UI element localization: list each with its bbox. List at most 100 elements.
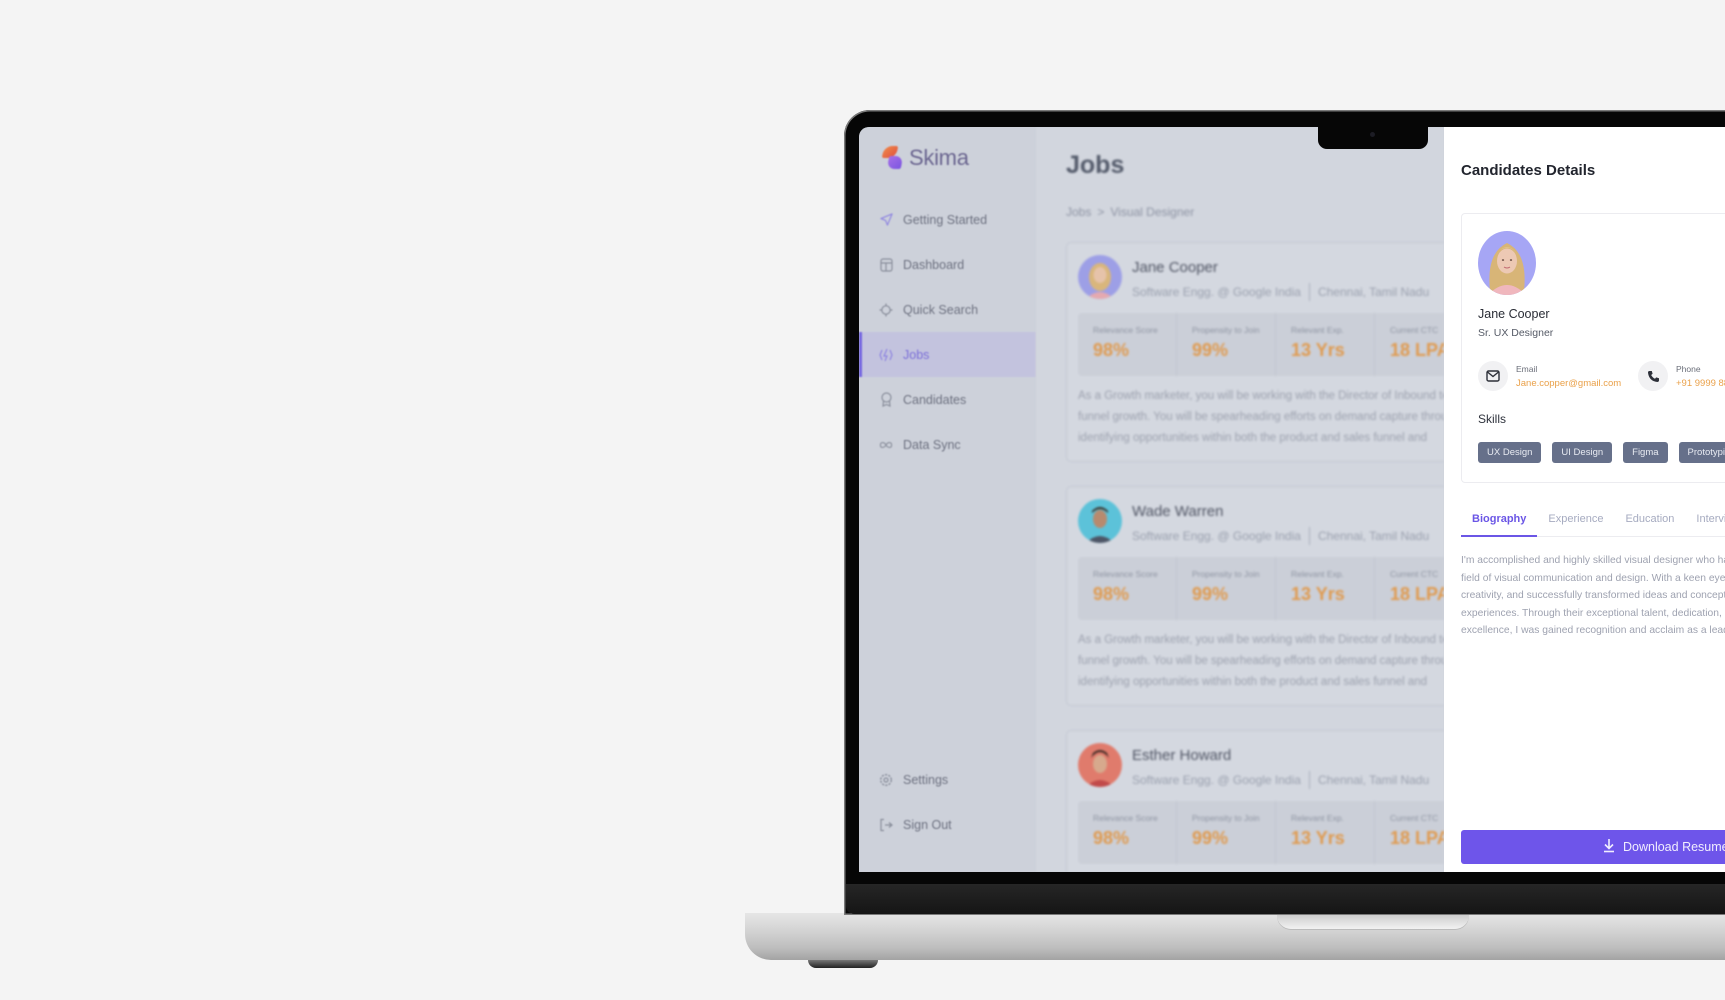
candidate-role: Software Engg. @ Google India <box>1132 773 1301 787</box>
candidate-meta: Software Engg. @ Google India Chennai, T… <box>1132 283 1429 301</box>
laptop-base <box>745 913 1725 960</box>
stat-label: Relevance Score <box>1093 813 1158 823</box>
biography-line: experiences. Through their exceptional t… <box>1461 607 1725 619</box>
stat-label: Propensity to Join <box>1192 569 1260 579</box>
skills-heading: Skills <box>1478 412 1507 426</box>
biography-line: I'm accomplished and highly skilled visu… <box>1461 555 1725 566</box>
sidebar-item-label: Data Sync <box>903 437 961 452</box>
candidate-card[interactable]: Jane Cooper Software Engg. @ Google Indi… <box>1066 242 1444 462</box>
brand-name: Skima <box>909 145 969 170</box>
dashboard-icon <box>879 257 893 272</box>
sidebar-item-label: Quick Search <box>903 302 979 317</box>
candidate-stats: Relevance Score 98% Propensity to Join 99%… <box>1078 313 1444 376</box>
brand-logo[interactable]: Skima <box>881 145 969 171</box>
candidate-stats: Relevance Score 98% Propensity to Join 99%… <box>1078 557 1444 620</box>
stat-current-ctc: Current CTC 18 LPA <box>1375 557 1444 620</box>
stat-label: Relevant Exp. <box>1291 569 1344 579</box>
stat-value: 98% <box>1093 584 1130 604</box>
sidebar-item-settings[interactable]: Settings <box>859 757 1036 802</box>
candidate-name[interactable]: Wade Warren <box>1132 503 1223 520</box>
description-line: funnel growth. You will be spearheading … <box>1078 655 1444 667</box>
stat-label: Relevant Exp. <box>1291 325 1344 335</box>
sidebar-bottom-nav: Settings Sign Out <box>859 757 1036 847</box>
stat-relevant-exp: Relevant Exp. 13 Yrs <box>1276 313 1375 376</box>
stat-label: Current CTC <box>1390 569 1439 579</box>
breadcrumb-current: Visual Designer <box>1110 205 1195 219</box>
stat-relevance-score: Relevance Score 98% <box>1078 557 1177 620</box>
camera-notch <box>1318 127 1428 149</box>
skill-tag: Figma <box>1623 442 1668 463</box>
candidate-card[interactable]: Esther Howard Software Engg. @ Google In… <box>1066 730 1444 872</box>
sidebar-item-dashboard[interactable]: Dashboard <box>859 242 1036 287</box>
email-contact[interactable]: Email Jane.copper@gmail.com <box>1478 361 1621 391</box>
tab-education[interactable]: Education <box>1614 509 1685 537</box>
sidebar-item-jobs[interactable]: Jobs <box>859 332 1036 377</box>
phone-value[interactable]: +91 9999 88 <box>1676 378 1725 389</box>
search-target-icon <box>879 303 893 317</box>
description-line: identifying opportunities within both th… <box>1078 676 1428 688</box>
chevron-right-icon: > <box>1097 205 1105 219</box>
divider <box>1308 283 1310 301</box>
candidate-location: Chennai, Tamil Nadu <box>1317 773 1430 787</box>
sidebar-item-getting-started[interactable]: Getting Started <box>859 197 1036 242</box>
profile-avatar <box>1478 231 1536 295</box>
divider <box>1308 527 1310 545</box>
candidate-name[interactable]: Esther Howard <box>1132 747 1231 764</box>
sidebar-item-label: Dashboard <box>903 257 965 272</box>
candidate-meta: Software Engg. @ Google India Chennai, T… <box>1132 771 1429 789</box>
skill-tag: UI Design <box>1552 442 1613 463</box>
skill-tag: UX Design <box>1478 442 1542 463</box>
tab-interview[interactable]: Interview <box>1685 509 1725 537</box>
tab-experience[interactable]: Experience <box>1537 509 1614 537</box>
stat-current-ctc: Current CTC 18 LPA <box>1375 801 1444 864</box>
sidebar-item-sign-out[interactable]: Sign Out <box>859 802 1036 847</box>
mail-icon <box>1478 361 1508 391</box>
sidebar-item-label: Settings <box>903 772 949 787</box>
gear-icon <box>879 773 893 787</box>
sidebar: Skima Getting Started Dashboard Quick Se… <box>859 127 1036 872</box>
send-icon <box>879 213 893 227</box>
biography-line: excellence, I was gained recognition and… <box>1461 625 1725 637</box>
email-label: Email <box>1516 363 1538 374</box>
tab-biography[interactable]: Biography <box>1461 509 1538 537</box>
skill-tag: Prototyping <box>1678 442 1725 463</box>
stat-relevance-score: Relevance Score 98% <box>1078 801 1177 864</box>
stat-value: 99% <box>1192 584 1229 604</box>
infinity-icon <box>879 438 893 452</box>
stat-propensity: Propensity to Join 99% <box>1177 557 1276 620</box>
mockup-stage: Skima Getting Started Dashboard Quick Se… <box>0 0 1725 1000</box>
stat-label: Current CTC <box>1390 813 1439 823</box>
profile-role: Sr. UX Designer <box>1478 327 1554 339</box>
sidebar-item-quick-search[interactable]: Quick Search <box>859 287 1036 332</box>
stat-value: 18 LPA <box>1390 584 1444 604</box>
laptop-foot <box>808 960 878 968</box>
sidebar-item-data-sync[interactable]: Data Sync <box>859 422 1036 467</box>
candidate-name[interactable]: Jane Cooper <box>1132 259 1218 276</box>
phone-contact[interactable]: Phone +91 9999 88 <box>1638 361 1725 391</box>
stat-label: Current CTC <box>1390 325 1439 335</box>
phone-icon <box>1638 361 1668 391</box>
email-value[interactable]: Jane.copper@gmail.com <box>1516 378 1621 389</box>
candidate-card[interactable]: Wade Warren Software Engg. @ Google Indi… <box>1066 486 1444 706</box>
stat-relevance-score: Relevance Score 98% <box>1078 313 1177 376</box>
details-tabs: Biography Experience Education Interview <box>1461 509 1725 537</box>
candidate-description: As a Growth marketer, you will be workin… <box>1067 376 1444 461</box>
sidebar-item-candidates[interactable]: Candidates <box>859 377 1036 422</box>
stat-value: 99% <box>1192 340 1229 360</box>
candidate-description: As a Growth marketer, you will be workin… <box>1067 620 1444 705</box>
sidebar-item-label: Candidates <box>903 392 967 407</box>
sidebar-item-label: Sign Out <box>903 817 952 832</box>
download-resume-label: Download Resume <box>1623 840 1725 854</box>
candidate-location: Chennai, Tamil Nadu <box>1317 285 1430 299</box>
stat-relevant-exp: Relevant Exp. 13 Yrs <box>1276 801 1375 864</box>
stat-propensity: Propensity to Join 99% <box>1177 801 1276 864</box>
stat-label: Relevance Score <box>1093 569 1158 579</box>
stat-label: Propensity to Join <box>1192 813 1260 823</box>
download-resume-button[interactable]: Download Resume <box>1461 830 1725 864</box>
breadcrumb-jobs-link[interactable]: Jobs <box>1066 205 1091 219</box>
description-line: identifying opportunities within both th… <box>1078 432 1428 444</box>
avatar <box>1078 255 1122 299</box>
stat-value: 18 LPA <box>1390 340 1444 360</box>
stat-propensity: Propensity to Join 99% <box>1177 313 1276 376</box>
description-line: As a Growth marketer, you will be workin… <box>1078 634 1444 646</box>
